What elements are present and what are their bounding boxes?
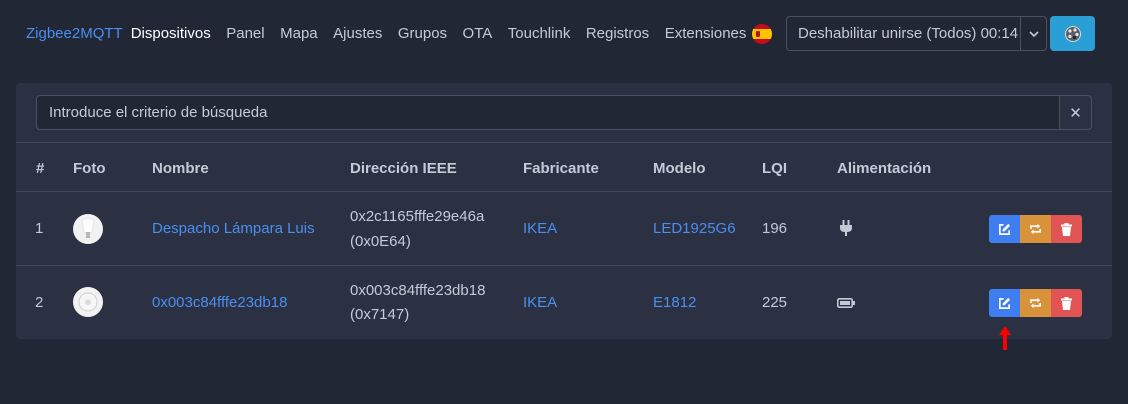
- col-header-ieee[interactable]: Dirección IEEE: [350, 160, 457, 177]
- col-header-lqi[interactable]: LQI: [762, 160, 787, 177]
- nav-item-ota[interactable]: OTA: [463, 25, 493, 42]
- nav-item-ajustes[interactable]: Ajustes: [333, 25, 382, 42]
- brand-link[interactable]: Zigbee2MQTT: [26, 25, 123, 42]
- device-photo: [73, 287, 103, 317]
- devices-card: ✕ # Foto Nombre Dirección IEEE Fabricant…: [16, 83, 1112, 339]
- device-photo: [73, 214, 103, 244]
- edit-icon[interactable]: [989, 289, 1020, 317]
- divider: [16, 265, 1112, 266]
- spain-flag-icon[interactable]: [752, 24, 772, 44]
- ieee-address: 0x003c84fffe23db18: [350, 282, 486, 299]
- nav-item-touchlink[interactable]: Touchlink: [508, 25, 571, 42]
- ieee-address: 0x2c1165fffe29e46a: [350, 208, 485, 225]
- chevron-down-icon[interactable]: [1020, 17, 1046, 50]
- close-icon[interactable]: ✕: [1059, 96, 1091, 129]
- col-header-name[interactable]: Nombre: [152, 160, 209, 177]
- model-link[interactable]: LED1925G6: [653, 220, 736, 237]
- nav-item-grupos[interactable]: Grupos: [398, 25, 447, 42]
- row-index: 1: [35, 220, 44, 237]
- col-header-index[interactable]: #: [36, 160, 44, 177]
- lqi-value: 225: [762, 294, 788, 311]
- plug-icon: [840, 220, 852, 240]
- edit-icon[interactable]: [989, 215, 1020, 243]
- manufacturer-link[interactable]: IKEA: [523, 220, 557, 237]
- col-header-photo[interactable]: Foto: [73, 160, 105, 177]
- interview-icon[interactable]: [1020, 289, 1051, 317]
- search-input[interactable]: [37, 96, 1059, 129]
- divider: [16, 142, 1112, 143]
- manufacturer-link[interactable]: IKEA: [523, 294, 557, 311]
- row-actions: [989, 215, 1082, 243]
- col-header-power[interactable]: Alimentación: [837, 160, 931, 177]
- lqi-value: 196: [762, 220, 788, 237]
- network-address: (0x7147): [350, 306, 410, 323]
- col-header-model[interactable]: Modelo: [653, 160, 706, 177]
- permit-join-label[interactable]: Deshabilitar unirse (Todos) 00:14: [787, 25, 1020, 42]
- device-name-link[interactable]: 0x003c84fffe23db18: [152, 294, 287, 311]
- col-header-manufacturer[interactable]: Fabricante: [523, 160, 599, 177]
- permit-join-select[interactable]: Deshabilitar unirse (Todos) 00:14: [786, 16, 1047, 51]
- interview-icon[interactable]: [1020, 215, 1051, 243]
- device-name-link[interactable]: Despacho Lámpara Luis: [152, 220, 315, 237]
- row-index: 2: [35, 294, 44, 311]
- model-link[interactable]: E1812: [653, 294, 696, 311]
- divider: [16, 191, 1112, 192]
- annotation-arrow-icon: [999, 326, 1011, 350]
- nav-item-mapa[interactable]: Mapa: [280, 25, 318, 42]
- row-actions: [989, 289, 1082, 317]
- network-address: (0x0E64): [350, 233, 411, 250]
- palette-icon: [1064, 25, 1081, 42]
- search-group: ✕: [36, 95, 1092, 130]
- battery-icon: [837, 295, 855, 312]
- nav-item-panel[interactable]: Panel: [226, 25, 264, 42]
- delete-icon[interactable]: [1051, 215, 1082, 243]
- nav-item-registros[interactable]: Registros: [586, 25, 649, 42]
- delete-icon[interactable]: [1051, 289, 1082, 317]
- nav-item-extensiones[interactable]: Extensiones: [665, 25, 747, 42]
- nav-item-dispositivos[interactable]: Dispositivos: [131, 25, 211, 42]
- theme-button[interactable]: [1050, 16, 1095, 51]
